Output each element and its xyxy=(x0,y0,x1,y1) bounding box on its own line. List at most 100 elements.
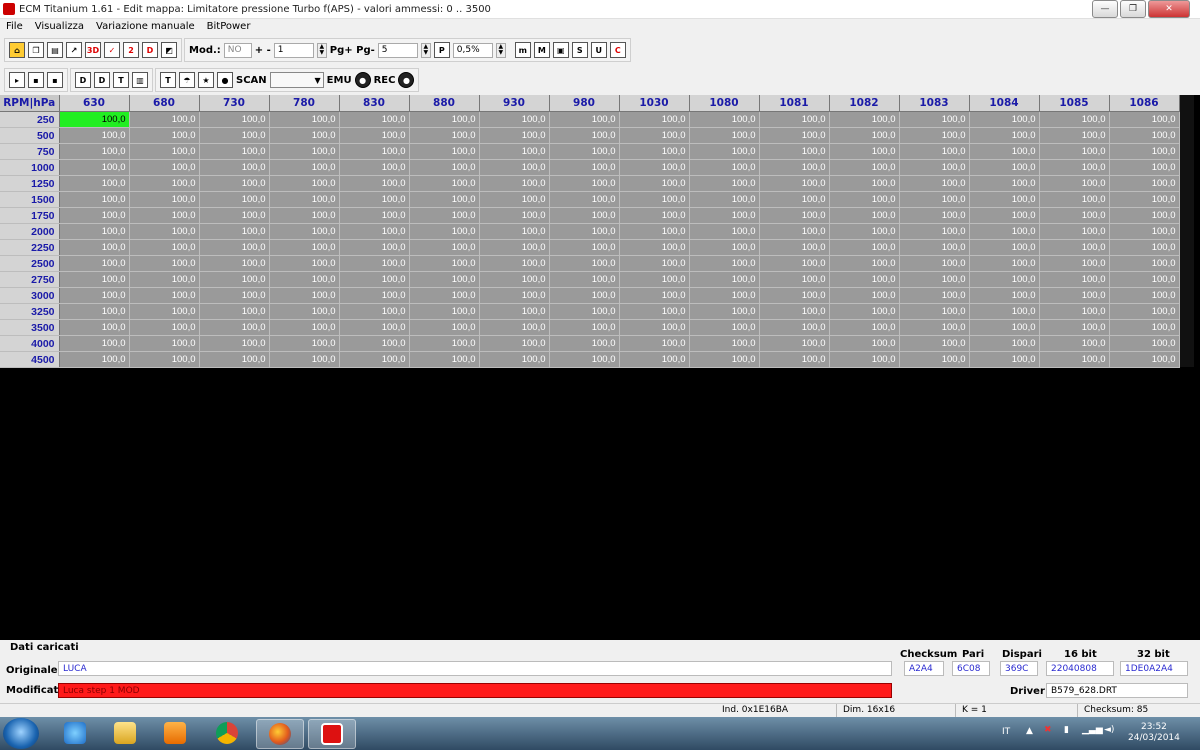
map-cell[interactable]: 100,0 xyxy=(129,351,200,368)
signal-icon[interactable]: ▁▃▅ xyxy=(1082,725,1103,735)
column-header[interactable]: 780 xyxy=(269,95,340,112)
map-cell[interactable]: 100,0 xyxy=(59,207,130,224)
map-cell[interactable]: 100,0 xyxy=(829,271,900,288)
map-cell[interactable]: 100,0 xyxy=(619,255,690,272)
display-tool-0-icon[interactable]: D xyxy=(75,72,91,88)
map-cell[interactable]: 100,0 xyxy=(759,255,830,272)
map-cell[interactable]: 100,0 xyxy=(899,287,970,304)
column-header[interactable]: 1081 xyxy=(759,95,830,112)
language-indicator[interactable]: IT xyxy=(1002,727,1010,737)
map-cell[interactable]: 100,0 xyxy=(339,287,410,304)
map-cell[interactable]: 100,0 xyxy=(269,335,340,352)
map-cell[interactable]: 100,0 xyxy=(549,303,620,320)
map-cell[interactable]: 100,0 xyxy=(1109,111,1180,128)
battery-icon[interactable]: ▮ xyxy=(1064,725,1069,735)
map-cell[interactable]: 100,0 xyxy=(1109,351,1180,368)
view-tool-2-icon[interactable]: ▤ xyxy=(47,42,63,58)
map-cell[interactable]: 100,0 xyxy=(549,191,620,208)
map-cell[interactable]: 100,0 xyxy=(1109,175,1180,192)
map-cell[interactable]: 100,0 xyxy=(899,223,970,240)
map-cell[interactable]: 100,0 xyxy=(829,207,900,224)
map-cell[interactable]: 100,0 xyxy=(269,159,340,176)
map-cell[interactable]: 100,0 xyxy=(619,159,690,176)
map-cell[interactable]: 100,0 xyxy=(129,239,200,256)
map-cell[interactable]: 100,0 xyxy=(409,111,480,128)
map-cell[interactable]: 100,0 xyxy=(1109,207,1180,224)
map-cell[interactable]: 100,0 xyxy=(1109,223,1180,240)
extra-tool-4-icon[interactable]: U xyxy=(590,42,607,58)
rec-toggle-icon[interactable]: ● xyxy=(398,72,415,88)
map-cell[interactable]: 100,0 xyxy=(339,127,410,144)
extra-tool-5-icon[interactable]: C xyxy=(609,42,626,58)
map-cell[interactable]: 100,0 xyxy=(199,127,270,144)
ie-icon[interactable] xyxy=(52,719,98,747)
map-cell[interactable]: 100,0 xyxy=(619,191,690,208)
map-cell[interactable]: 100,0 xyxy=(339,303,410,320)
selected-cell[interactable]: 100,0 xyxy=(59,111,130,128)
pg-input[interactable]: 5 xyxy=(377,42,418,58)
map-cell[interactable]: 100,0 xyxy=(199,175,270,192)
map-cell[interactable]: 100,0 xyxy=(619,287,690,304)
map-cell[interactable]: 100,0 xyxy=(829,159,900,176)
map-cell[interactable]: 100,0 xyxy=(409,127,480,144)
map-cell[interactable]: 100,0 xyxy=(619,223,690,240)
map-cell[interactable]: 100,0 xyxy=(409,175,480,192)
map-cell[interactable]: 100,0 xyxy=(969,303,1040,320)
map-cell[interactable]: 100,0 xyxy=(199,239,270,256)
menu-visualizza[interactable]: Visualizza xyxy=(29,21,90,32)
map-cell[interactable]: 100,0 xyxy=(59,191,130,208)
map-cell[interactable]: 100,0 xyxy=(339,255,410,272)
map-cell[interactable]: 100,0 xyxy=(619,351,690,368)
map-cell[interactable]: 100,0 xyxy=(899,191,970,208)
map-cell[interactable]: 100,0 xyxy=(899,303,970,320)
map-cell[interactable]: 100,0 xyxy=(619,207,690,224)
map-cell[interactable]: 100,0 xyxy=(199,271,270,288)
row-header[interactable]: 3000 xyxy=(0,287,60,304)
map-cell[interactable]: 100,0 xyxy=(1039,255,1110,272)
map-cell[interactable]: 100,0 xyxy=(339,351,410,368)
map-cell[interactable]: 100,0 xyxy=(899,255,970,272)
map-cell[interactable]: 100,0 xyxy=(129,175,200,192)
step-input[interactable]: 1 xyxy=(273,42,314,58)
map-cell[interactable]: 100,0 xyxy=(269,127,340,144)
menu-bitpower[interactable]: BitPower xyxy=(201,21,257,32)
map-cell[interactable]: 100,0 xyxy=(1109,255,1180,272)
firefox-icon[interactable] xyxy=(256,719,304,749)
map-cell[interactable]: 100,0 xyxy=(269,207,340,224)
network-alert-icon[interactable]: ✖ xyxy=(1044,725,1052,735)
map-cell[interactable]: 100,0 xyxy=(619,319,690,336)
display-tool-2-icon[interactable]: T xyxy=(113,72,129,88)
minimize-button[interactable]: — xyxy=(1092,0,1118,18)
row-header[interactable]: 4000 xyxy=(0,335,60,352)
map-cell[interactable]: 100,0 xyxy=(129,111,200,128)
map-cell[interactable]: 100,0 xyxy=(409,159,480,176)
map-cell[interactable]: 100,0 xyxy=(339,271,410,288)
file-tool-0-icon[interactable]: ▸ xyxy=(9,72,25,88)
map-cell[interactable]: 100,0 xyxy=(339,207,410,224)
map-cell[interactable]: 100,0 xyxy=(269,255,340,272)
view-tool-5-icon[interactable]: ✓ xyxy=(104,42,120,58)
map-cell[interactable]: 100,0 xyxy=(59,239,130,256)
extra-tool-0-icon[interactable]: m xyxy=(514,42,531,58)
column-header[interactable]: 730 xyxy=(199,95,270,112)
map-cell[interactable]: 100,0 xyxy=(59,159,130,176)
map-cell[interactable]: 100,0 xyxy=(479,271,550,288)
map-cell[interactable]: 100,0 xyxy=(619,303,690,320)
media-player-icon[interactable] xyxy=(152,719,198,747)
map-cell[interactable]: 100,0 xyxy=(269,303,340,320)
row-header[interactable]: 3250 xyxy=(0,303,60,320)
column-header[interactable]: 830 xyxy=(339,95,410,112)
map-cell[interactable]: 100,0 xyxy=(409,319,480,336)
map-cell[interactable]: 100,0 xyxy=(899,271,970,288)
map-cell[interactable]: 100,0 xyxy=(829,143,900,160)
mod-field[interactable]: NO xyxy=(223,42,252,58)
map-cell[interactable]: 100,0 xyxy=(689,175,760,192)
map-cell[interactable]: 100,0 xyxy=(129,287,200,304)
map-cell[interactable]: 100,0 xyxy=(1109,159,1180,176)
column-header[interactable]: 1083 xyxy=(899,95,970,112)
extra-tool-1-icon[interactable]: M xyxy=(533,42,550,58)
map-cell[interactable]: 100,0 xyxy=(759,335,830,352)
column-header[interactable]: 1030 xyxy=(619,95,690,112)
map-cell[interactable]: 100,0 xyxy=(829,127,900,144)
map-cell[interactable]: 100,0 xyxy=(899,319,970,336)
